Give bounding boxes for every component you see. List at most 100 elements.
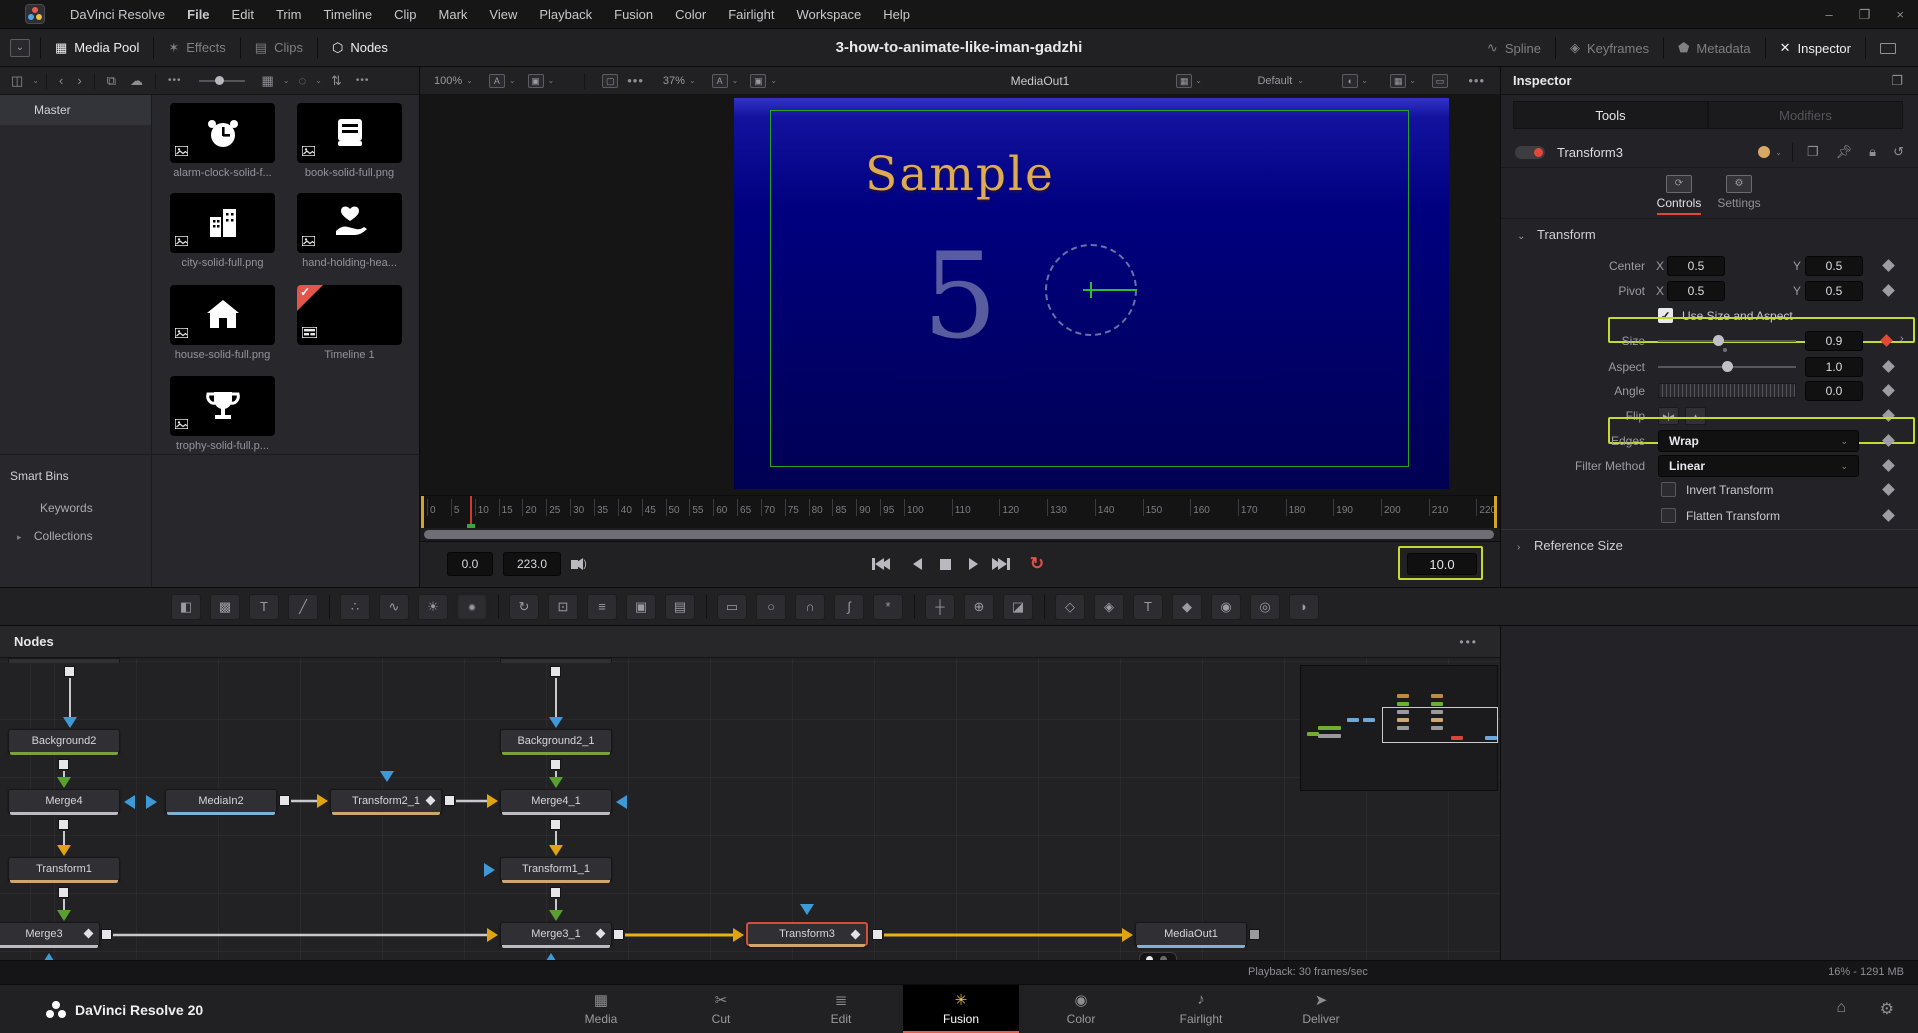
bspline-mask-tool-button[interactable]: ∫: [834, 594, 864, 620]
versions-icon[interactable]: ❐: [1807, 144, 1819, 160]
page-tab-edit[interactable]: ≣Edit: [783, 985, 899, 1033]
angle-field[interactable]: 0.0: [1805, 381, 1863, 401]
paint-tool-button[interactable]: ╱: [288, 594, 318, 620]
particles-tool-button[interactable]: ∴: [340, 594, 370, 620]
menu-timeline[interactable]: Timeline: [312, 0, 383, 29]
node-input-connector-blue[interactable]: [800, 904, 814, 915]
transform-angle-handle[interactable]: [1092, 289, 1137, 291]
menu-mark[interactable]: Mark: [428, 0, 479, 29]
chevron-down-icon[interactable]: ⌄: [548, 76, 555, 85]
chevron-down-icon[interactable]: ⌄: [283, 76, 290, 85]
menu-edit[interactable]: Edit: [221, 0, 265, 29]
gain-gamma-icon[interactable]: A: [712, 74, 728, 88]
node-partial[interactable]: [500, 658, 612, 663]
node-output-connector[interactable]: [101, 929, 112, 940]
menu-fusion[interactable]: Fusion: [603, 0, 664, 29]
aspect-field[interactable]: 1.0: [1805, 357, 1863, 377]
page-tab-fusion[interactable]: ✳Fusion: [903, 985, 1019, 1033]
panel-corner-button[interactable]: ⌄: [0, 29, 40, 67]
sidebar-item-collections[interactable]: ▸ Collections: [17, 529, 93, 543]
thumbnail-zoom-slider[interactable]: [199, 80, 245, 82]
clip-thumbnail-city[interactable]: [170, 193, 275, 253]
stop-button[interactable]: [932, 553, 958, 575]
media-tool-button[interactable]: ▤: [665, 594, 695, 620]
size-slider-handle[interactable]: [1713, 335, 1724, 346]
node-input-connector-blue[interactable]: [146, 795, 157, 809]
node-input-connector-yellow[interactable]: [733, 928, 744, 942]
menu-help[interactable]: Help: [872, 0, 921, 29]
window-minimize-icon[interactable]: –: [1826, 7, 1833, 22]
background-tool-button[interactable]: ◧: [171, 594, 201, 620]
node-output-connector[interactable]: [58, 819, 69, 830]
keyframes-button[interactable]: ◈Keyframes: [1556, 29, 1663, 67]
merge-tool-button[interactable]: ⊡: [548, 594, 578, 620]
camera-3d-tool-button[interactable]: ◉: [1211, 594, 1241, 620]
chevron-down-icon[interactable]: ⌄: [1361, 76, 1368, 85]
node-transform2_1[interactable]: Transform2_1: [330, 789, 442, 813]
viewer-zoom-a[interactable]: 100%: [434, 75, 462, 87]
node-background2[interactable]: Background2: [8, 729, 120, 753]
text-3d-tool-button[interactable]: T: [1133, 594, 1163, 620]
node-input-connector-yellow[interactable]: [57, 845, 71, 856]
play-button[interactable]: [960, 553, 986, 575]
node-output-connector[interactable]: [872, 929, 883, 940]
node-color-swatch[interactable]: [1758, 146, 1770, 158]
keyframe-diamond-icon[interactable]: [1882, 360, 1895, 373]
node-input-connector-green[interactable]: [57, 777, 71, 788]
speed-field[interactable]: 10.0: [1407, 553, 1477, 575]
single-view-icon[interactable]: ▢: [602, 74, 618, 88]
blur-tool-button[interactable]: ●: [457, 594, 487, 620]
node-input-connector-green[interactable]: [549, 777, 563, 788]
page-tab-deliver[interactable]: ➤Deliver: [1263, 985, 1379, 1033]
audio-mute-button[interactable]: ): [566, 553, 592, 575]
expand-arrow-icon[interactable]: ›: [1900, 333, 1904, 345]
node-input-connector-yellow[interactable]: [549, 845, 563, 856]
more-icon[interactable]: •••: [351, 75, 375, 86]
range-end-marker[interactable]: [1494, 496, 1497, 529]
node-input-connector-blue[interactable]: [616, 795, 627, 809]
viewer-zoom-b[interactable]: 37%: [663, 75, 685, 87]
node-merge3_1[interactable]: Merge3_1: [500, 922, 612, 946]
node-output-connector[interactable]: [550, 759, 561, 770]
chevron-down-icon[interactable]: ⌄: [1409, 76, 1416, 85]
lock-icon[interactable]: 🔒︎: [1869, 144, 1876, 160]
home-icon[interactable]: ⌂: [1836, 999, 1846, 1017]
size-slider[interactable]: [1658, 340, 1796, 342]
color-curves-tool-button[interactable]: ∿: [379, 594, 409, 620]
node-graph-minimap[interactable]: [1300, 665, 1498, 791]
keyframe-diamond-icon[interactable]: [1882, 483, 1895, 496]
keyframe-diamond-icon-active[interactable]: [1880, 334, 1893, 347]
forward-icon[interactable]: ›: [72, 73, 86, 88]
node-transform1_1[interactable]: Transform1_1: [500, 857, 612, 881]
guides-icon[interactable]: ▦: [1390, 74, 1406, 88]
chevron-down-icon[interactable]: ⌄: [1297, 76, 1304, 85]
inspector-expand-icon[interactable]: ❐: [1886, 73, 1908, 89]
center-x-field[interactable]: 0.5: [1667, 256, 1725, 276]
clip-thumbnail-trophy[interactable]: [170, 376, 275, 436]
grid-overlay-icon[interactable]: ▦: [1176, 74, 1192, 88]
lut-select[interactable]: Default: [1257, 75, 1292, 87]
nodes-button[interactable]: ⬡Nodes: [318, 29, 402, 67]
clip-thumbnail-timeline[interactable]: ✓: [297, 285, 402, 345]
flatten-transform-checkbox[interactable]: [1661, 508, 1676, 523]
menu-workspace[interactable]: Workspace: [785, 0, 872, 29]
matte-control-tool-button[interactable]: ▣: [626, 594, 656, 620]
node-merge4_1[interactable]: Merge4_1: [500, 789, 612, 813]
fast-noise-tool-button[interactable]: ▩: [210, 594, 240, 620]
reset-icon[interactable]: ↺: [1893, 144, 1904, 160]
page-tab-color[interactable]: ◉Color: [1023, 985, 1139, 1033]
clips-button[interactable]: ▤Clips: [241, 29, 317, 67]
rectangle-mask-tool-button[interactable]: ▭: [717, 594, 747, 620]
metadata-button[interactable]: ⬟Metadata: [1664, 29, 1765, 67]
chevron-down-icon[interactable]: ⌄: [315, 76, 322, 85]
node-partial[interactable]: [8, 658, 120, 663]
menu-trim[interactable]: Trim: [265, 0, 313, 29]
pivot-y-field[interactable]: 0.5: [1805, 281, 1863, 301]
node-input-connector-blue[interactable]: [63, 717, 77, 728]
node-input-connector-blue[interactable]: [549, 717, 563, 728]
clip-thumbnail-alarm-clock[interactable]: [170, 103, 275, 163]
page-tab-media[interactable]: ▦Media: [543, 985, 659, 1033]
chevron-down-icon[interactable]: ⌄: [466, 76, 473, 85]
spline-button[interactable]: ∿Spline: [1473, 29, 1555, 67]
keyframe-diamond-icon[interactable]: [1882, 259, 1895, 272]
